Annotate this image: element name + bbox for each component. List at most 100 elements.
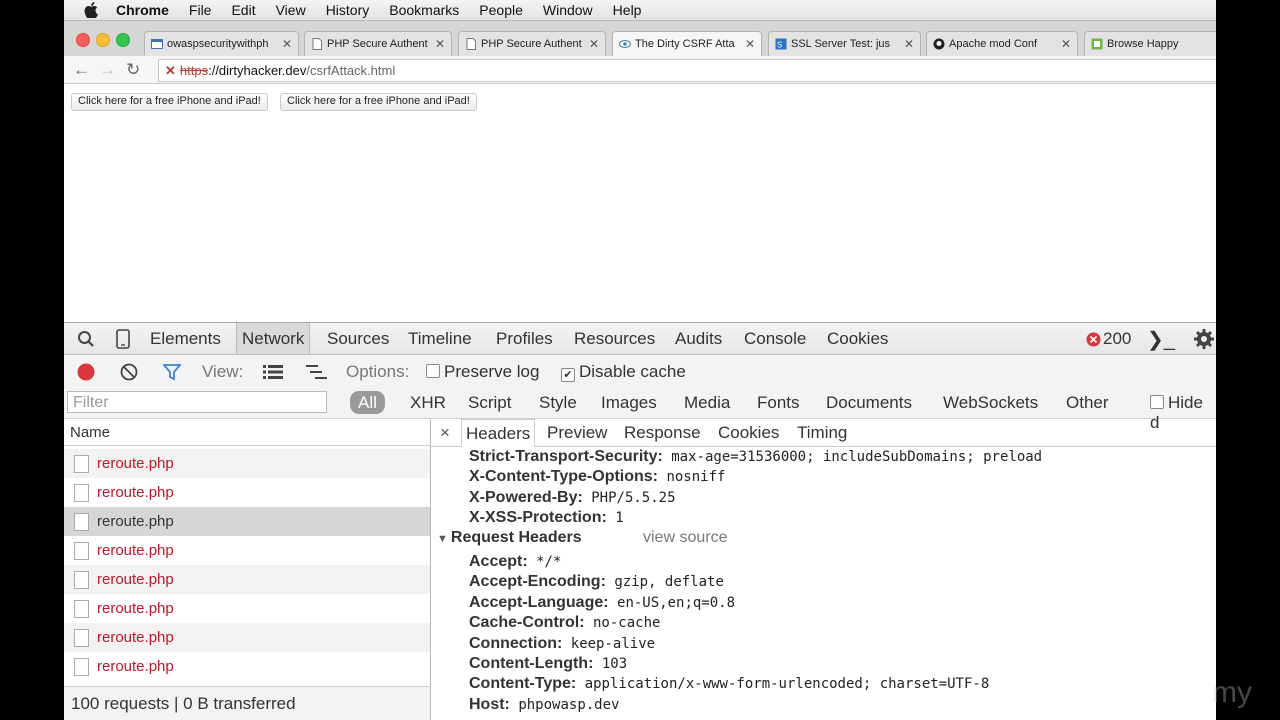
browser-tab-6[interactable]: Apache mod Conf ✕ <box>926 31 1078 56</box>
tab-headers[interactable]: Headers <box>461 419 536 447</box>
checkbox-unchecked-icon[interactable] <box>1150 395 1164 409</box>
request-row[interactable]: reroute.php <box>64 594 430 623</box>
checkbox-unchecked-icon[interactable] <box>426 364 440 378</box>
window-zoom-button[interactable] <box>116 33 130 47</box>
header-line: Cache-Control: no-cache <box>469 614 660 632</box>
tab-close-icon[interactable]: ✕ <box>282 37 292 51</box>
document-icon <box>312 38 322 50</box>
overview-icon[interactable] <box>306 364 328 380</box>
browser-tab-1[interactable]: owaspsecuritywithph ✕ <box>144 31 299 56</box>
filter-other[interactable]: Other <box>1066 393 1109 413</box>
tab-close-icon[interactable]: ✕ <box>1061 37 1071 51</box>
filter-websockets[interactable]: WebSockets <box>943 393 1038 413</box>
browser-tab-7[interactable]: Browse Happy <box>1084 31 1216 56</box>
close-detail-icon[interactable]: × <box>440 423 450 443</box>
tab-network[interactable]: Network <box>236 323 311 354</box>
preserve-log-checkbox[interactable]: Preserve log <box>426 362 539 382</box>
tab-response[interactable]: Response <box>624 423 701 443</box>
filter-input[interactable]: Filter <box>67 391 327 413</box>
device-mode-icon[interactable] <box>116 329 130 349</box>
tab-title: SSL Server Test: jus <box>791 38 891 50</box>
tab-title: Apache mod Conf <box>949 38 1038 50</box>
tab-cookies[interactable]: Cookies <box>827 329 888 349</box>
disable-cache-checkbox[interactable]: ✔ Disable cache <box>561 362 686 382</box>
menu-history[interactable]: History <box>326 2 370 18</box>
view-source-link[interactable]: view source <box>643 529 727 547</box>
error-icon[interactable] <box>1086 332 1101 347</box>
filter-icon[interactable] <box>163 363 181 381</box>
tab-timing[interactable]: Timing <box>797 423 847 443</box>
tab-cookies-detail[interactable]: Cookies <box>718 423 779 443</box>
request-detail-pane: × Headers Preview Response Cookies Timin… <box>431 419 1216 720</box>
request-row[interactable]: reroute.php <box>64 536 430 565</box>
free-iphone-button-1[interactable]: Click here for a free iPhone and iPad! <box>71 93 268 111</box>
menu-people[interactable]: People <box>479 2 523 18</box>
menu-app-name[interactable]: Chrome <box>116 2 169 18</box>
tab-close-icon[interactable]: ✕ <box>745 37 755 51</box>
menu-file[interactable]: File <box>189 2 212 18</box>
checkbox-checked-icon[interactable]: ✔ <box>561 368 575 382</box>
large-rows-icon[interactable] <box>263 364 283 380</box>
tab-console[interactable]: Console <box>744 329 806 349</box>
menu-bookmarks[interactable]: Bookmarks <box>389 2 459 18</box>
filter-xhr[interactable]: XHR <box>410 393 446 413</box>
request-row[interactable]: reroute.php <box>64 652 430 681</box>
browse-happy-icon <box>1091 38 1103 50</box>
header-line: Host: phpowasp.dev <box>469 696 619 714</box>
tab-close-icon[interactable]: ✕ <box>904 37 914 51</box>
address-bar[interactable]: ✕ https ://dirtyhacker.dev /csrfAttack.h… <box>158 59 1216 82</box>
back-button[interactable]: ← <box>73 60 90 80</box>
tab-audits[interactable]: Audits <box>675 329 722 349</box>
tab-close-icon[interactable]: ✕ <box>435 37 445 51</box>
request-row[interactable]: reroute.php <box>64 623 430 652</box>
apple-icon[interactable] <box>84 2 98 18</box>
search-icon[interactable] <box>77 330 95 348</box>
url-path: /csrfAttack.html <box>306 63 396 78</box>
tab-sources[interactable]: Sources <box>327 329 389 349</box>
window-minimize-button[interactable] <box>96 33 110 47</box>
name-column-header[interactable]: Name <box>64 419 430 446</box>
error-count[interactable]: 200 <box>1103 329 1131 349</box>
record-icon[interactable] <box>77 363 95 381</box>
browser-tab-2[interactable]: PHP Secure Authent ✕ <box>304 31 452 56</box>
reload-button[interactable]: ↻ <box>126 60 140 80</box>
request-row[interactable]: reroute.php <box>64 565 430 594</box>
file-icon <box>74 600 89 618</box>
menu-help[interactable]: Help <box>613 2 642 18</box>
tab-elements[interactable]: Elements <box>150 329 221 349</box>
filter-media[interactable]: Media <box>684 393 730 413</box>
document-icon <box>466 38 476 50</box>
tab-resources[interactable]: Resources <box>574 329 655 349</box>
clear-icon[interactable] <box>120 363 138 381</box>
disclosure-triangle-icon[interactable]: ▼ <box>437 533 448 545</box>
insecure-https-icon[interactable]: ✕ <box>165 63 176 79</box>
file-icon <box>74 542 89 560</box>
header-key: X-Content-Type-Options: <box>469 468 659 486</box>
window-close-button[interactable] <box>76 33 90 47</box>
menu-edit[interactable]: Edit <box>231 2 255 18</box>
tab-close-icon[interactable]: ✕ <box>589 37 599 51</box>
tab-timeline[interactable]: Timeline <box>408 329 472 349</box>
filter-style[interactable]: Style <box>539 393 577 413</box>
request-row[interactable]: reroute.php <box>64 478 430 507</box>
gear-icon[interactable] <box>1193 328 1215 350</box>
tab-profiles[interactable]: Profiles <box>496 329 553 349</box>
browser-tab-4-active[interactable]: The Dirty CSRF Atta ✕ <box>612 31 762 56</box>
filter-all[interactable]: All <box>350 391 385 414</box>
request-row[interactable]: reroute.php <box>64 449 430 478</box>
header-line: X-Powered-By: PHP/5.5.25 <box>469 489 676 507</box>
menu-window[interactable]: Window <box>543 2 593 18</box>
forward-button[interactable]: → <box>99 60 116 80</box>
request-row[interactable]: reroute.php <box>64 507 430 536</box>
console-drawer-icon[interactable]: ❯_ <box>1147 327 1175 352</box>
request-headers-section[interactable]: ▼ Request Headers <box>437 529 582 547</box>
tab-preview[interactable]: Preview <box>547 423 607 443</box>
filter-documents[interactable]: Documents <box>826 393 912 413</box>
browser-tab-3[interactable]: PHP Secure Authent ✕ <box>458 31 606 56</box>
filter-script[interactable]: Script <box>468 393 511 413</box>
browser-tab-5[interactable]: S SSL Server Test: jus ✕ <box>768 31 921 56</box>
menu-view[interactable]: View <box>276 2 306 18</box>
filter-fonts[interactable]: Fonts <box>757 393 800 413</box>
filter-images[interactable]: Images <box>601 393 657 413</box>
free-iphone-button-2[interactable]: Click here for a free iPhone and iPad! <box>280 93 477 111</box>
